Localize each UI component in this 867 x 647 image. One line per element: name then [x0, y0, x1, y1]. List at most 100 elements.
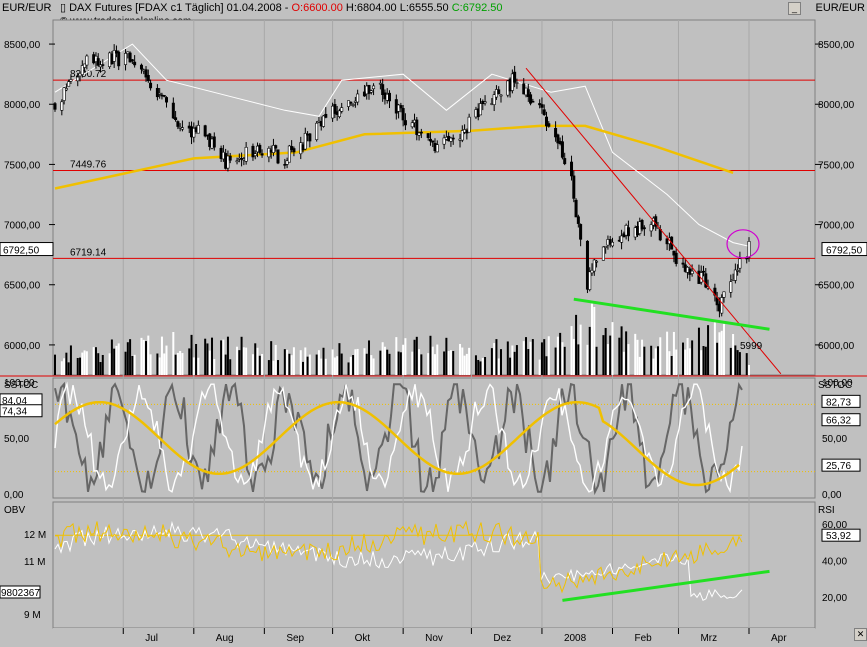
volume-bar	[149, 354, 152, 375]
volume-bar	[736, 350, 739, 375]
level-label: 6719.14	[70, 247, 107, 258]
volume-bar	[659, 337, 662, 375]
sstoc-left-badge: 74,34	[2, 407, 27, 418]
x-tick-label: 2008	[564, 633, 587, 644]
candle-body	[674, 252, 678, 264]
volume-bar	[315, 354, 318, 375]
candle-body	[531, 100, 535, 103]
candle-body	[681, 262, 685, 265]
volume-bar	[672, 331, 675, 375]
volume-bar	[92, 347, 95, 375]
candle-body	[235, 160, 239, 163]
volume-bar	[704, 346, 707, 375]
volume-bar	[272, 360, 275, 375]
candle-body	[228, 155, 232, 161]
candle-body	[292, 148, 296, 153]
volume-bar	[418, 349, 421, 375]
volume-bar	[363, 348, 366, 375]
volume-bar	[625, 331, 628, 375]
price-tick-left: 7000,00	[4, 221, 41, 232]
volume-bar	[620, 326, 623, 375]
candle-body	[139, 64, 143, 70]
candle-body	[738, 258, 742, 269]
candle-body	[369, 90, 373, 93]
volume-bar	[195, 343, 198, 375]
candle-body	[158, 92, 162, 95]
candle-body	[560, 141, 564, 158]
volume-bar	[229, 359, 232, 375]
candle-body	[96, 58, 100, 66]
volume-bar	[702, 346, 705, 375]
candle-body	[513, 71, 517, 83]
volume-bar	[618, 337, 621, 375]
volume-bar	[490, 348, 493, 375]
volume-bar	[691, 340, 694, 375]
candle-body	[419, 131, 423, 134]
volume-bar	[449, 350, 452, 375]
volume-bar	[577, 344, 580, 375]
chart-window: EUR/EUR ▯ DAX Futures [FDAX c1 Täglich] …	[0, 0, 867, 647]
volume-bar	[707, 325, 710, 375]
candle-body	[308, 133, 312, 142]
candle-body	[60, 101, 64, 111]
sstoc-right-badge: 82,73	[826, 397, 851, 408]
volume-bar	[140, 337, 143, 375]
candle-body	[401, 108, 405, 121]
obv-tick-left: 12 M	[24, 530, 46, 541]
volume-bar	[525, 337, 528, 375]
volume-bar	[399, 352, 402, 375]
price-tick-right: 7000,00	[818, 221, 855, 232]
volume-bar	[563, 346, 566, 375]
candle-body	[64, 88, 68, 91]
x-axis: Jul Aug Sep Okt Nov Dez 2008 Feb Mrz Apr	[53, 628, 815, 647]
volume-bar	[586, 344, 589, 375]
volume-bar	[656, 346, 659, 375]
volume-bar	[69, 345, 72, 375]
candle-body	[499, 94, 503, 97]
candle-body	[479, 103, 483, 116]
volume-bar	[60, 361, 63, 375]
price-panel	[52, 19, 816, 376]
volume-bar	[211, 337, 214, 375]
volume-bar	[158, 357, 161, 375]
volume-bar	[641, 339, 644, 375]
volume-bar	[513, 351, 516, 375]
volume-bar	[729, 347, 732, 375]
candle-body	[604, 245, 608, 248]
volume-bar	[493, 343, 496, 375]
price-tick-right: 7500,00	[818, 160, 855, 171]
volume-bar	[411, 351, 414, 375]
volume-bar	[79, 357, 82, 375]
volume-bar	[652, 358, 655, 375]
candle-body	[588, 271, 592, 290]
price-tick-left: 8000,00	[4, 100, 41, 111]
chart-canvas[interactable]: 8500,00 8500,00 8000,00 8000,00 7500,00 7500,…	[0, 0, 867, 647]
volume-bar	[697, 327, 700, 375]
candle-body	[133, 61, 137, 66]
current-badge-left: 6792,50	[3, 246, 40, 257]
volume-bar	[495, 339, 498, 375]
candle-body	[117, 51, 121, 67]
candle-body	[267, 147, 271, 158]
volume-bar	[370, 355, 373, 375]
rsi-tick-right: 40,00	[822, 556, 847, 567]
volume-bar	[606, 344, 609, 375]
volume-bar	[251, 354, 254, 375]
obv-panel	[52, 501, 816, 629]
current-badge-right: 6792,50	[826, 246, 863, 257]
volume-bar	[261, 353, 264, 375]
candle-body	[642, 227, 646, 230]
candle-body	[451, 137, 455, 140]
volume-bar	[434, 354, 436, 375]
volume-bar	[386, 349, 389, 375]
candle-body	[410, 122, 414, 128]
candle-body	[253, 153, 257, 157]
volume-bar	[531, 339, 534, 375]
volume-bar	[206, 343, 209, 375]
volume-bar	[404, 338, 407, 375]
candle-body	[372, 85, 376, 90]
volume-bar	[420, 354, 423, 375]
x-tick-label: Mrz	[700, 633, 717, 644]
volume-bar	[718, 332, 721, 375]
volume-bar	[445, 337, 448, 375]
